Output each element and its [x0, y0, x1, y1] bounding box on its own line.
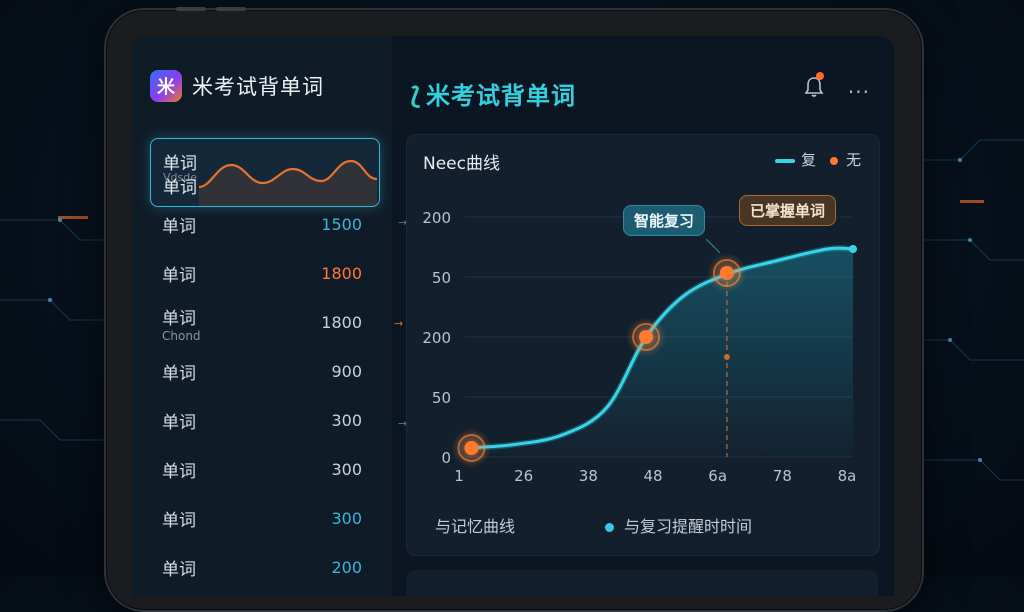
word-label: 单词 [162, 266, 196, 286]
word-label: 单词 [162, 560, 196, 580]
word-list-item[interactable]: 单词 300 [132, 494, 392, 543]
app-header: 米 米考试背单词 [150, 70, 324, 102]
word-list-item[interactable]: 单词 900 [132, 347, 392, 396]
word-value: 200 [331, 558, 362, 577]
notification-dot [816, 72, 824, 80]
chart-footer-legend: 与记忆曲线 与复习提醒时时间 [435, 513, 752, 537]
main-panel: ⟅ 米考试背单词 ··· Neec曲线 复 无 200 50 200 50 0 1 26 38 4… [392, 36, 894, 596]
x-tick-label: 26 [514, 467, 533, 485]
word-list-item[interactable]: 单词 Chond 1800 [132, 298, 392, 347]
app-logo-icon: 米 [150, 70, 182, 102]
word-list: 单词 1500 单词 1800 单词 Chond 1800 单词 900 单词 … [132, 200, 392, 592]
word-list-item[interactable]: 单词 200 [132, 543, 392, 592]
x-tick-label: 8a [838, 467, 857, 485]
word-value: 1800 [321, 264, 362, 283]
word-value: 1500 [321, 215, 362, 234]
word-label: 单词 [162, 413, 196, 433]
tooltip-connector [705, 238, 721, 254]
app-screen: 米 米考试背单词 单词 Vdsde 单词 单词 1500 单词 1800 单词 [132, 36, 894, 596]
y-tick-label: 0 [441, 449, 451, 467]
x-tick-label: 38 [579, 467, 598, 485]
word-list-item[interactable]: 单词 300 [132, 396, 392, 445]
app-name: 米考试背单词 [192, 75, 324, 99]
page-title-text: 米考试背单词 [425, 82, 576, 110]
word-list-item[interactable]: 单词 1800 [132, 249, 392, 298]
word-value: 1800 [321, 313, 362, 332]
x-tick-label: 78 [773, 467, 792, 485]
data-marker [719, 266, 734, 280]
word-sub-label: Chond [162, 329, 201, 343]
word-label: 单词 [162, 511, 196, 531]
marker-drop-dot [723, 354, 730, 360]
word-label: 单词 [162, 364, 196, 384]
title-mark-icon: ⟅ [410, 82, 422, 110]
y-tick-label: 200 [422, 329, 451, 347]
word-value: 300 [331, 411, 362, 430]
tooltip-smart-review: 智能复习 [623, 205, 706, 236]
y-tick-label: 50 [432, 269, 451, 287]
tooltip-mastered-words: 已掌握单词 [739, 195, 837, 226]
word-value: 900 [331, 362, 362, 381]
selected-word-line2: 单词 [163, 178, 197, 198]
x-tick-label: 48 [643, 467, 662, 485]
footer-legend-reminder: 与复习提醒时时间 [605, 513, 752, 537]
y-tick-label: 50 [432, 389, 451, 407]
tablet-volume-button [216, 7, 246, 11]
sidebar: 米 米考试背单词 单词 Vdsde 单词 单词 1500 单词 1800 单词 [132, 36, 407, 596]
word-label: 单词 [162, 309, 196, 329]
footer-legend-memory: 与记忆曲线 [435, 517, 516, 536]
data-marker [464, 441, 479, 455]
chart-card: Neec曲线 复 无 200 50 200 50 0 1 26 38 48 6a 78 8a 智能复习… [406, 134, 880, 556]
next-card [406, 570, 878, 596]
word-value: 300 [331, 460, 362, 479]
y-tick-label: 200 [422, 209, 451, 227]
word-value: 300 [331, 509, 362, 528]
word-list-item[interactable]: 单词 1500 [132, 200, 392, 249]
word-list-item[interactable]: 单词 300 [132, 445, 392, 494]
page-title: ⟅ 米考试背单词 [410, 76, 576, 111]
x-tick-label: 6a [708, 467, 727, 485]
x-tick-label: 1 [454, 467, 464, 485]
series-area [465, 248, 853, 457]
tablet-volume-button [176, 7, 206, 11]
more-icon[interactable]: ··· [848, 80, 870, 104]
selected-word-card[interactable]: 单词 Vdsde 单词 [150, 138, 380, 207]
footer-legend-reminder-label: 与复习提醒时时间 [624, 517, 753, 536]
series-end-point [849, 245, 857, 253]
footer-legend-dot [605, 523, 615, 532]
data-marker [639, 330, 654, 344]
word-label: 单词 [162, 217, 196, 237]
word-label: 单词 [162, 462, 196, 482]
